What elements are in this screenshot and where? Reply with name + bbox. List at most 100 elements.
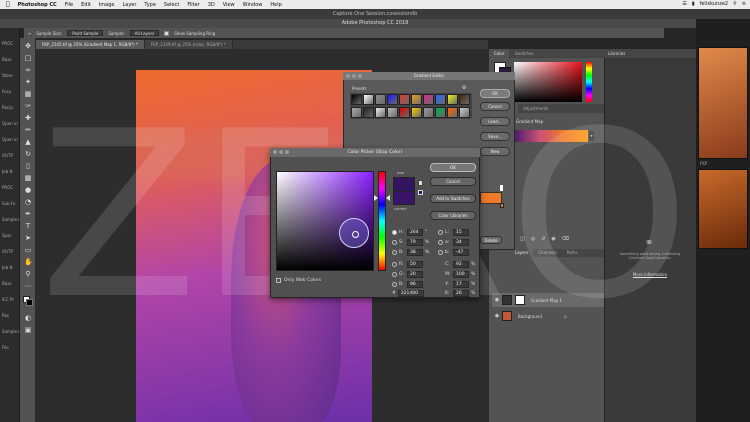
gradient-cancel-button[interactable]: Cancel — [480, 102, 510, 111]
magenta-input[interactable]: 100 — [453, 271, 469, 278]
pen-tool-icon[interactable]: ✒ — [24, 210, 32, 218]
menu-type[interactable]: Type — [144, 2, 155, 8]
gradient-new-button[interactable]: New — [480, 147, 510, 156]
menu-app-name[interactable]: Photoshop CC — [18, 2, 57, 8]
min-dot[interactable] — [352, 74, 356, 78]
gradient-preset-swatch[interactable] — [399, 94, 410, 105]
gradient-preset-swatch[interactable] — [387, 106, 398, 118]
blue-radio[interactable] — [392, 282, 397, 287]
gradient-preset-swatch[interactable] — [423, 94, 434, 105]
brightness-input[interactable]: 38 — [407, 249, 423, 256]
quick-mask-icon[interactable]: ◐ — [24, 314, 32, 322]
eye-icon[interactable]: ◉ — [492, 313, 502, 319]
only-web-checkbox[interactable] — [276, 278, 281, 283]
gradient-preset-swatch[interactable] — [387, 94, 398, 105]
hue-input[interactable]: 264 — [407, 229, 423, 236]
gradient-tool-icon[interactable]: ▩ — [24, 174, 32, 182]
max-dot[interactable] — [358, 74, 362, 78]
yellow-input[interactable]: 17 — [453, 281, 469, 288]
black-input[interactable]: 26 — [453, 290, 469, 297]
gradient-preset-swatch[interactable] — [459, 106, 470, 118]
show-ring-checkbox[interactable] — [164, 30, 170, 36]
shape-tool-icon[interactable]: ▭ — [24, 246, 32, 254]
gradient-preset-swatch[interactable] — [411, 94, 422, 105]
gradient-ok-button[interactable]: OK — [480, 89, 510, 98]
layer-row-gradient-map[interactable]: ◉ Gradient Map 1 — [492, 293, 610, 307]
gradient-preset-swatch[interactable] — [363, 106, 374, 118]
lab-b-input[interactable]: -47 — [453, 249, 469, 256]
type-tool-icon[interactable]: T — [24, 222, 32, 230]
gradient-preset-swatch[interactable] — [375, 106, 386, 118]
apple-icon[interactable]:  — [6, 1, 10, 8]
blue-input[interactable]: 96 — [407, 281, 423, 288]
path-select-icon[interactable]: ➤ — [24, 234, 32, 242]
menu-edit[interactable]: Edit — [81, 2, 91, 8]
eye-icon[interactable]: ◉ — [492, 297, 502, 303]
web-safe-warning-icon[interactable] — [418, 190, 423, 195]
view-previous-icon[interactable]: ◎ — [531, 236, 535, 242]
add-to-swatches-button[interactable]: Add to Swatches — [430, 194, 476, 203]
move-tool-icon[interactable]: ✥ — [24, 42, 32, 50]
picker-cancel-button[interactable]: Cancel — [430, 177, 476, 186]
min-dot[interactable] — [279, 150, 283, 154]
gradient-preset-swatch[interactable] — [375, 94, 386, 105]
menu-window[interactable]: Window — [243, 2, 263, 8]
hue-slider-handle-left[interactable] — [374, 195, 378, 201]
picker-ok-button[interactable]: OK — [430, 163, 476, 172]
wifi-icon[interactable]: ☰ — [682, 1, 686, 7]
chevron-down-icon[interactable]: ▾ — [589, 131, 594, 141]
stamp-tool-icon[interactable]: ▲ — [24, 138, 32, 146]
gradient-delete-button[interactable]: Delete — [480, 236, 502, 244]
list-icon[interactable]: ≡ — [742, 1, 746, 7]
background-color-swatch[interactable] — [26, 299, 33, 306]
layer-row-background[interactable]: ◉ Background ◇ — [492, 309, 610, 323]
max-dot[interactable] — [285, 150, 289, 154]
menu-view[interactable]: View — [223, 2, 235, 8]
hand-tool-icon[interactable]: ✋ — [24, 258, 33, 266]
hue-radio[interactable] — [392, 230, 397, 235]
lab-l-input[interactable]: 15 — [453, 229, 469, 236]
gradient-preset-swatch[interactable] — [399, 106, 410, 118]
marquee-tool-icon[interactable]: □ — [24, 54, 32, 62]
tab-doc-2[interactable]: FKP_2149.tif @ 25% (color, RGB/8*) * — [144, 40, 233, 49]
menu-select[interactable]: Select — [164, 2, 179, 8]
gradient-preset-swatch[interactable] — [351, 106, 362, 118]
color-stop-marker[interactable] — [500, 185, 503, 191]
gradient-preset-swatch[interactable] — [411, 106, 422, 118]
sample-select[interactable]: All Layers — [129, 30, 160, 36]
lab-b-radio[interactable] — [438, 250, 443, 255]
gradient-preset-swatch[interactable] — [447, 106, 458, 118]
lab-l-radio[interactable] — [438, 230, 443, 235]
quick-select-tool-icon[interactable]: ✦ — [24, 78, 32, 86]
tab-color[interactable]: Color — [489, 49, 510, 58]
menu-help[interactable]: Help — [270, 2, 281, 8]
menu-file[interactable]: File — [65, 2, 73, 8]
brightness-radio[interactable] — [392, 250, 397, 255]
menu-3d[interactable]: 3D — [208, 2, 215, 8]
search-icon[interactable]: ⚲ — [733, 1, 737, 7]
gradient-preset-swatch[interactable] — [423, 106, 434, 118]
hue-slider[interactable] — [378, 171, 386, 271]
green-radio[interactable] — [392, 272, 397, 277]
lasso-tool-icon[interactable]: ∞ — [24, 66, 32, 74]
lab-a-input[interactable]: 34 — [453, 239, 469, 246]
color-field-marker[interactable] — [339, 218, 369, 248]
color-panel-hue[interactable] — [586, 62, 592, 102]
trash-icon[interactable]: ⌫ — [562, 236, 569, 242]
gradient-preset-swatch[interactable] — [447, 94, 458, 105]
menu-user[interactable]: felixkunze2 — [700, 1, 729, 7]
hex-input[interactable]: 321460 — [397, 290, 424, 297]
menu-filter[interactable]: Filter — [187, 2, 199, 8]
gradient-color-stop[interactable] — [500, 203, 504, 208]
reset-icon[interactable]: ↺ — [541, 236, 545, 242]
tab-channels[interactable]: Channels — [533, 249, 562, 257]
menu-image[interactable]: Image — [99, 2, 115, 8]
crop-tool-icon[interactable]: ▦ — [24, 90, 32, 98]
gradient-preset-swatch[interactable] — [435, 106, 446, 118]
gradient-load-button[interactable]: Load... — [480, 117, 510, 126]
hue-slider-handle-right[interactable] — [386, 195, 390, 201]
zoom-tool-icon[interactable]: ⚲ — [24, 270, 32, 278]
red-radio[interactable] — [392, 262, 397, 267]
browser-thumbnail[interactable] — [698, 47, 748, 159]
tab-doc-1[interactable]: FKP_2145.tif @ 25% (Gradient Map 1, RGB/… — [36, 40, 145, 49]
